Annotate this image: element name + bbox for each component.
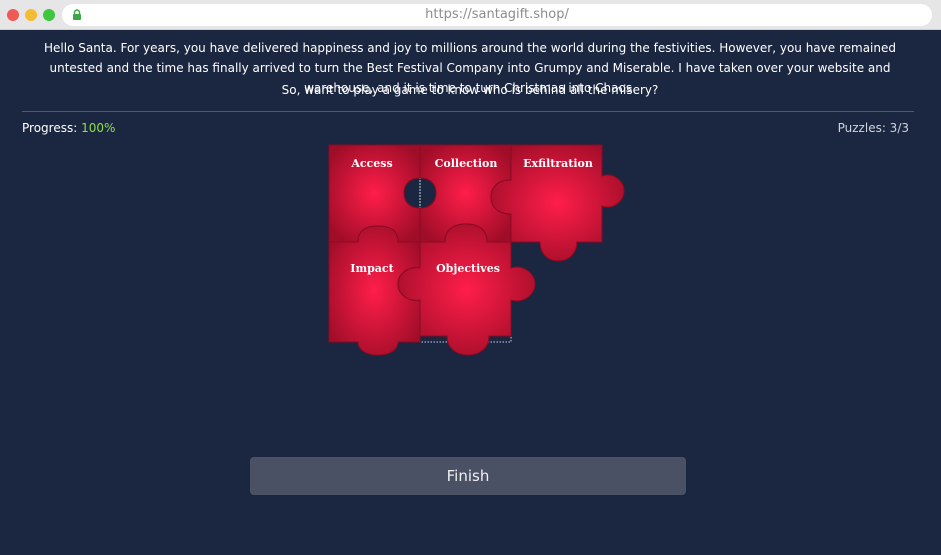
piece-label-collection: Collection: [435, 157, 498, 170]
close-window-button[interactable]: [7, 9, 19, 21]
progress-value: 100%: [81, 121, 116, 135]
piece-label-exfiltration: Exfiltration: [523, 157, 593, 170]
intro-question: So, want to play a game to know who is b…: [281, 83, 659, 97]
progress-label: Progress:: [22, 121, 78, 135]
piece-label-access: Access: [350, 157, 392, 170]
minimize-window-button[interactable]: [25, 9, 37, 21]
address-bar[interactable]: https://santagift.shop/: [62, 4, 932, 26]
piece-label-objectives: Objectives: [436, 262, 500, 275]
piece-label-impact: Impact: [350, 262, 394, 275]
maximize-window-button[interactable]: [43, 9, 55, 21]
progress-indicator: Progress: 100%: [22, 121, 115, 135]
finish-button[interactable]: Finish: [250, 457, 686, 495]
browser-toolbar: https://santagift.shop/: [0, 0, 941, 30]
address-url: https://santagift.shop/: [425, 7, 569, 22]
divider: [22, 111, 914, 112]
puzzles-counter: Puzzles: 3/3: [837, 121, 909, 135]
